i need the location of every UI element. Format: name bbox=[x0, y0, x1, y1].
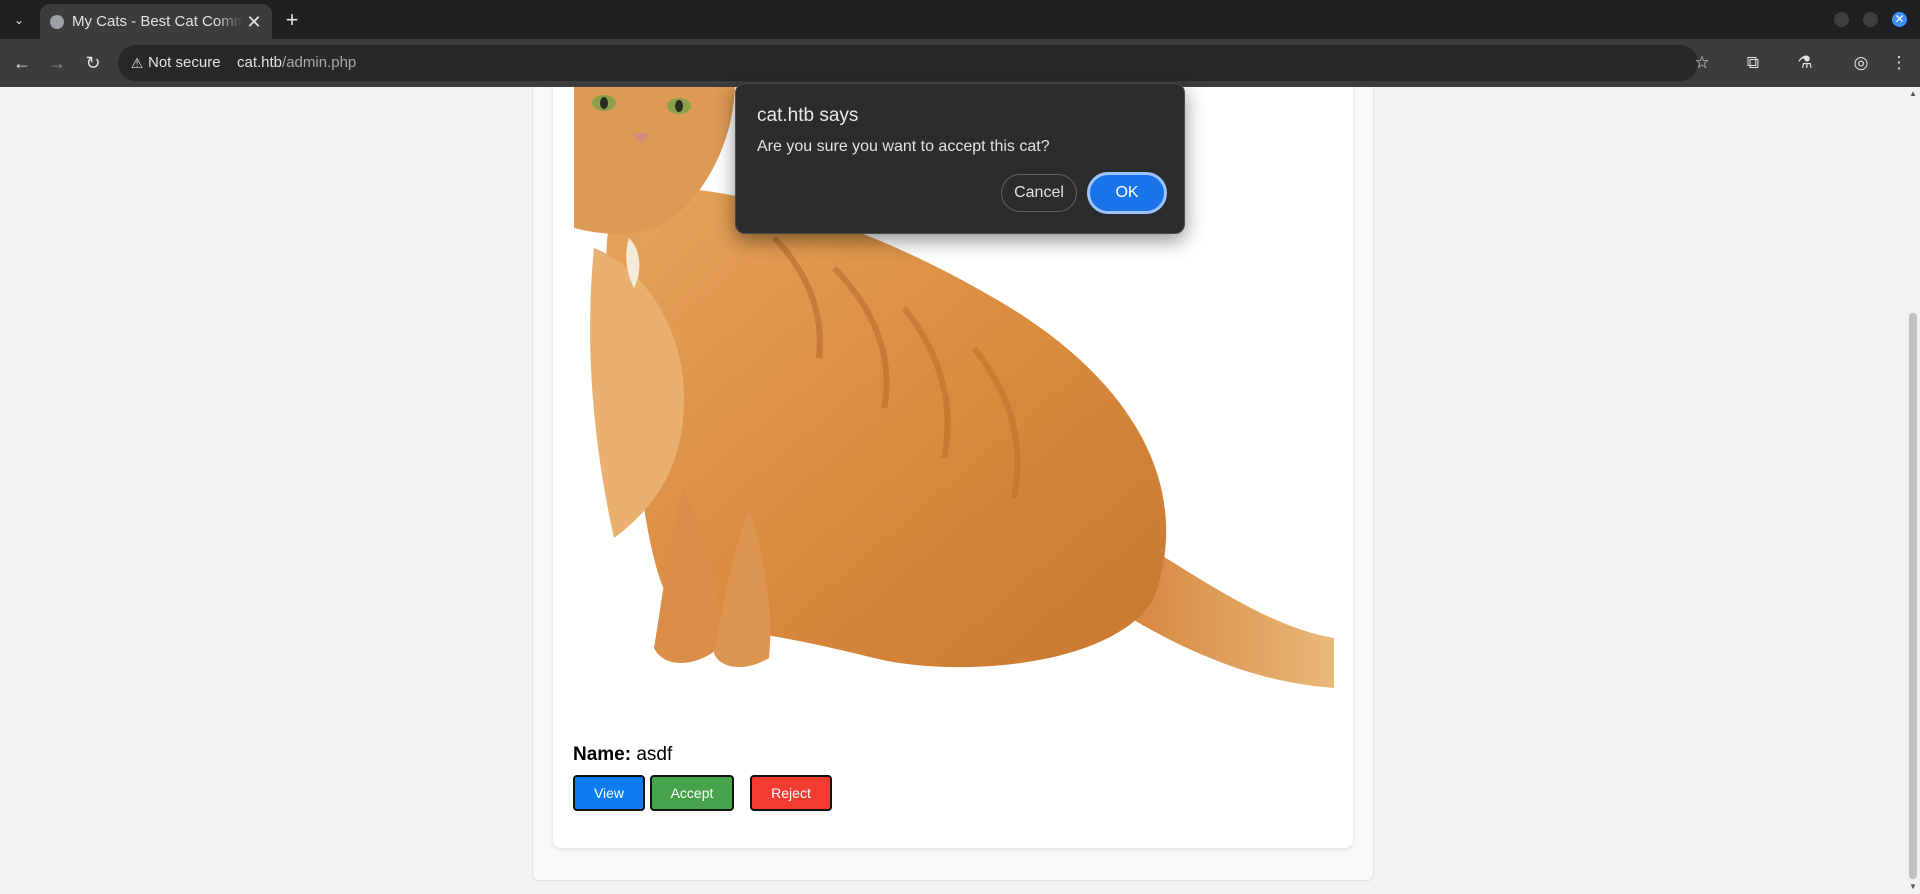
security-label[interactable]: Not secure bbox=[148, 54, 221, 72]
extensions-icon[interactable]: ⧉ bbox=[1741, 51, 1765, 75]
tab-close-icon[interactable]: ✕ bbox=[244, 12, 264, 32]
scroll-down-arrow-icon[interactable]: ▼ bbox=[1906, 880, 1920, 894]
accept-button[interactable]: Accept bbox=[650, 775, 734, 811]
scroll-thumb[interactable] bbox=[1909, 313, 1917, 879]
cat-name-label: Name: bbox=[573, 744, 632, 765]
maximize-button[interactable] bbox=[1863, 12, 1878, 27]
dialog-ok-button[interactable]: OK bbox=[1087, 172, 1167, 214]
dialog-title: cat.htb says bbox=[757, 105, 859, 126]
labs-flask-icon[interactable]: ⚗ bbox=[1793, 51, 1817, 75]
back-arrow-icon[interactable]: ← bbox=[10, 51, 34, 75]
tab-strip: ⌄ My Cats - Best Cat Community ✕ + ✕ bbox=[0, 0, 1920, 39]
bookmark-star-icon[interactable]: ☆ bbox=[1690, 54, 1714, 72]
tab-search-chevron-icon[interactable]: ⌄ bbox=[6, 9, 32, 31]
cat-name-value: asdf bbox=[636, 744, 673, 765]
new-tab-button[interactable]: + bbox=[280, 8, 304, 32]
profile-icon[interactable]: ◎ bbox=[1849, 51, 1873, 75]
close-window-button[interactable]: ✕ bbox=[1892, 12, 1907, 27]
address-bar[interactable]: ⚠ Not secure cat.htb/admin.php ☆ bbox=[118, 45, 1710, 81]
scroll-up-arrow-icon[interactable]: ▲ bbox=[1906, 87, 1920, 101]
reject-button[interactable]: Reject bbox=[750, 775, 832, 811]
browser-toolbar: ← → ↻ ⚠ Not secure cat.htb/admin.php ☆ ⧉… bbox=[0, 39, 1920, 87]
url-text[interactable]: cat.htb/admin.php bbox=[237, 54, 356, 72]
url-path: /admin.php bbox=[282, 54, 357, 71]
dialog-message: Are you sure you want to accept this cat… bbox=[757, 138, 1050, 155]
globe-icon bbox=[50, 15, 64, 29]
confirm-dialog: cat.htb says Are you sure you want to ac… bbox=[735, 83, 1185, 234]
menu-kebab-icon[interactable]: ⋮ bbox=[1887, 51, 1911, 75]
cat-name-line: Name: asdf bbox=[573, 744, 672, 766]
tab-title: My Cats - Best Cat Community bbox=[72, 12, 242, 32]
forward-arrow-icon[interactable]: → bbox=[45, 51, 69, 75]
tab-active[interactable]: My Cats - Best Cat Community ✕ bbox=[40, 4, 272, 39]
minimize-button[interactable] bbox=[1834, 12, 1849, 27]
page-scrollbar[interactable]: ▲ ▼ bbox=[1906, 87, 1920, 894]
warning-icon[interactable]: ⚠ bbox=[128, 54, 146, 72]
url-host: cat.htb bbox=[237, 54, 283, 71]
reload-icon[interactable]: ↻ bbox=[81, 51, 105, 75]
dialog-cancel-button[interactable]: Cancel bbox=[1001, 174, 1077, 212]
view-button[interactable]: View bbox=[573, 775, 645, 811]
